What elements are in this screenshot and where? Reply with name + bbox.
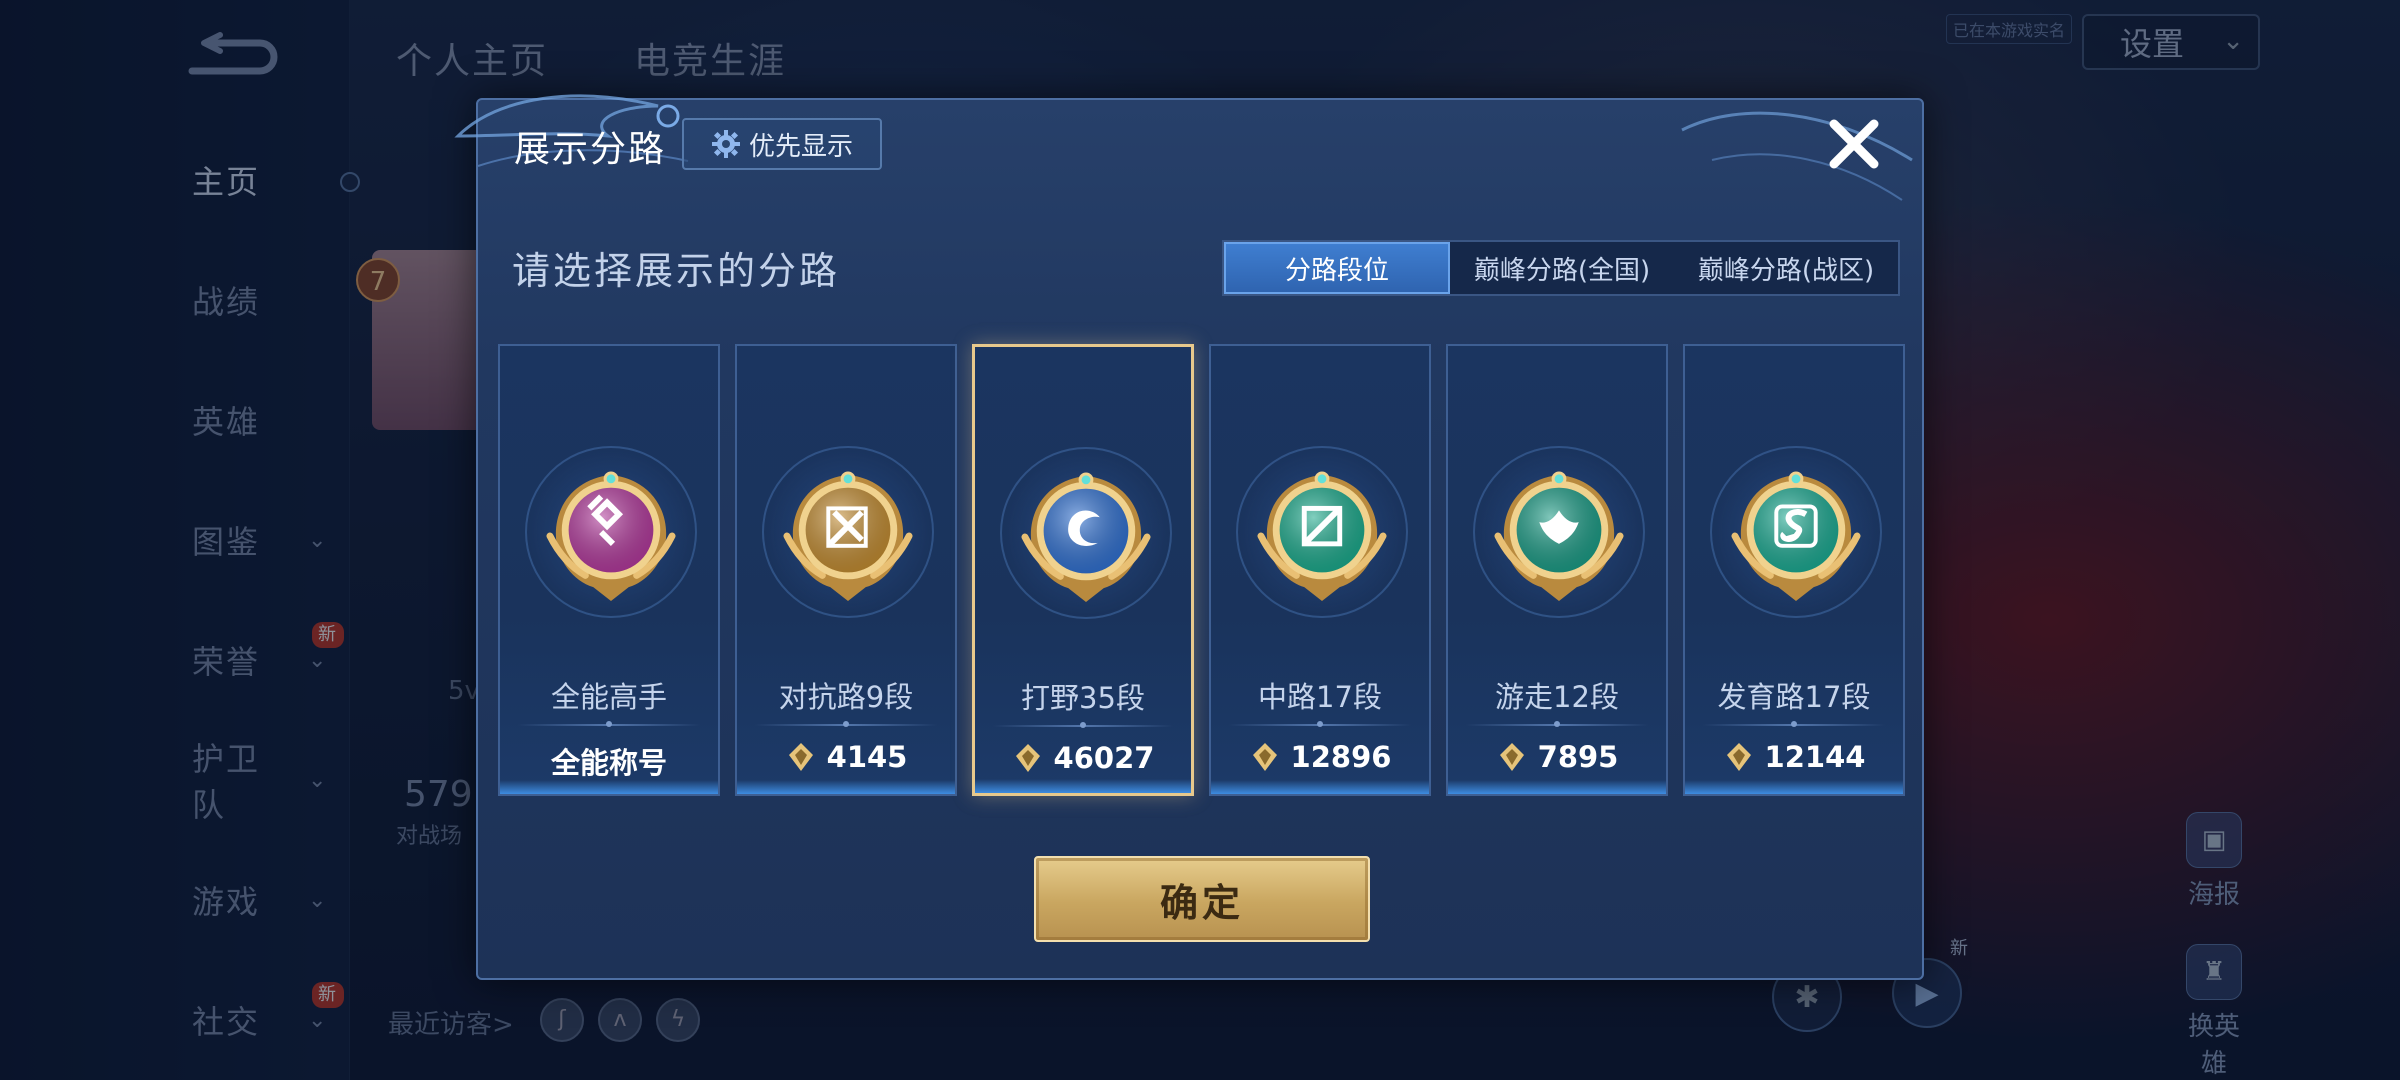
priority-display-label: 优先显示 xyxy=(748,131,853,162)
rank-emblem-icon xyxy=(546,464,676,604)
divider xyxy=(518,721,700,727)
rank-emblem-icon xyxy=(1257,464,1387,604)
lane-score-value: 全能称号 xyxy=(550,746,667,780)
lane-score-value: 12144 xyxy=(1764,740,1866,774)
rank-emblem-icon xyxy=(783,464,913,604)
rank-emblem-icon xyxy=(1021,465,1151,605)
tab-peak-lane-region[interactable]: 巅峰分路(战区) xyxy=(1674,242,1898,294)
card-glow xyxy=(1211,780,1429,794)
lane-card[interactable]: 打野35段 46027 xyxy=(972,344,1194,796)
lane-rank-name: 游走12段 xyxy=(1495,680,1619,714)
lane-score: 46027 xyxy=(975,741,1191,775)
gear-icon xyxy=(711,130,740,158)
card-glow xyxy=(737,780,955,794)
lane-score-value: 7895 xyxy=(1537,740,1619,774)
lane-card[interactable]: 中路17段 12896 xyxy=(1209,344,1431,796)
lane-score: 12144 xyxy=(1685,740,1903,774)
dialog-title: 展示分路 xyxy=(514,129,667,170)
divider xyxy=(1229,721,1411,727)
lane-card[interactable]: 发育路17段 12144 xyxy=(1683,344,1905,796)
rank-points-icon xyxy=(1249,741,1281,773)
card-glow xyxy=(1448,780,1666,794)
lane-score-value: 12896 xyxy=(1290,740,1392,774)
divider xyxy=(1466,721,1648,727)
lane-score: 4145 xyxy=(737,740,955,774)
card-glow xyxy=(1685,780,1903,794)
card-glow xyxy=(500,780,718,794)
lane-rank-name: 发育路17段 xyxy=(1717,680,1871,714)
lane-display-dialog: 展示分路 优先显示 请选择展示的分路 分路段位 巅峰分路(全国) 巅峰分路(战区… xyxy=(454,94,1924,980)
lane-score: 12896 xyxy=(1211,740,1429,774)
lane-card[interactable]: 对抗路9段 4145 xyxy=(735,344,957,796)
lane-card[interactable]: 游走12段 7895 xyxy=(1446,344,1668,796)
rank-emblem-icon xyxy=(1494,464,1624,604)
confirm-button[interactable]: 确定 xyxy=(1034,856,1370,942)
lane-score: 7895 xyxy=(1448,740,1666,774)
rank-emblem-icon xyxy=(1731,464,1861,604)
divider xyxy=(755,721,937,727)
cloud-ornament-icon xyxy=(1681,111,1913,201)
select-lane-heading: 请选择展示的分路 xyxy=(512,249,841,293)
tab-lane-rank[interactable]: 分路段位 xyxy=(1224,242,1450,294)
rank-points-icon xyxy=(1496,741,1528,773)
lane-card[interactable]: 全能高手 全能称号 xyxy=(498,344,720,796)
lane-rank-name: 打野35段 xyxy=(1021,681,1145,715)
lane-type-tabs: 分路段位 巅峰分路(全国) 巅峰分路(战区) xyxy=(1222,240,1900,296)
priority-display-button[interactable]: 优先显示 xyxy=(682,118,882,170)
card-glow xyxy=(975,779,1191,793)
lane-score-value: 4145 xyxy=(826,740,908,774)
lane-rank-name: 全能高手 xyxy=(550,680,667,714)
rank-points-icon xyxy=(785,741,817,773)
close-button[interactable] xyxy=(1822,112,1886,176)
lane-card-list: 全能高手 全能称号 对抗路9段 4145 打野35段 46027 中路17段 12896 游走1… xyxy=(498,344,1906,796)
divider xyxy=(993,722,1173,728)
divider xyxy=(1703,721,1885,727)
rank-points-icon xyxy=(1723,741,1755,773)
lane-rank-name: 对抗路9段 xyxy=(778,680,914,714)
lane-rank-name: 中路17段 xyxy=(1258,680,1382,714)
confirm-label: 确定 xyxy=(1159,880,1244,925)
tab-peak-lane-national[interactable]: 巅峰分路(全国) xyxy=(1450,242,1674,294)
lane-score: 全能称号 xyxy=(500,740,718,782)
rank-points-icon xyxy=(1012,742,1044,774)
close-icon xyxy=(1829,119,1879,169)
lane-score-value: 46027 xyxy=(1053,741,1155,775)
